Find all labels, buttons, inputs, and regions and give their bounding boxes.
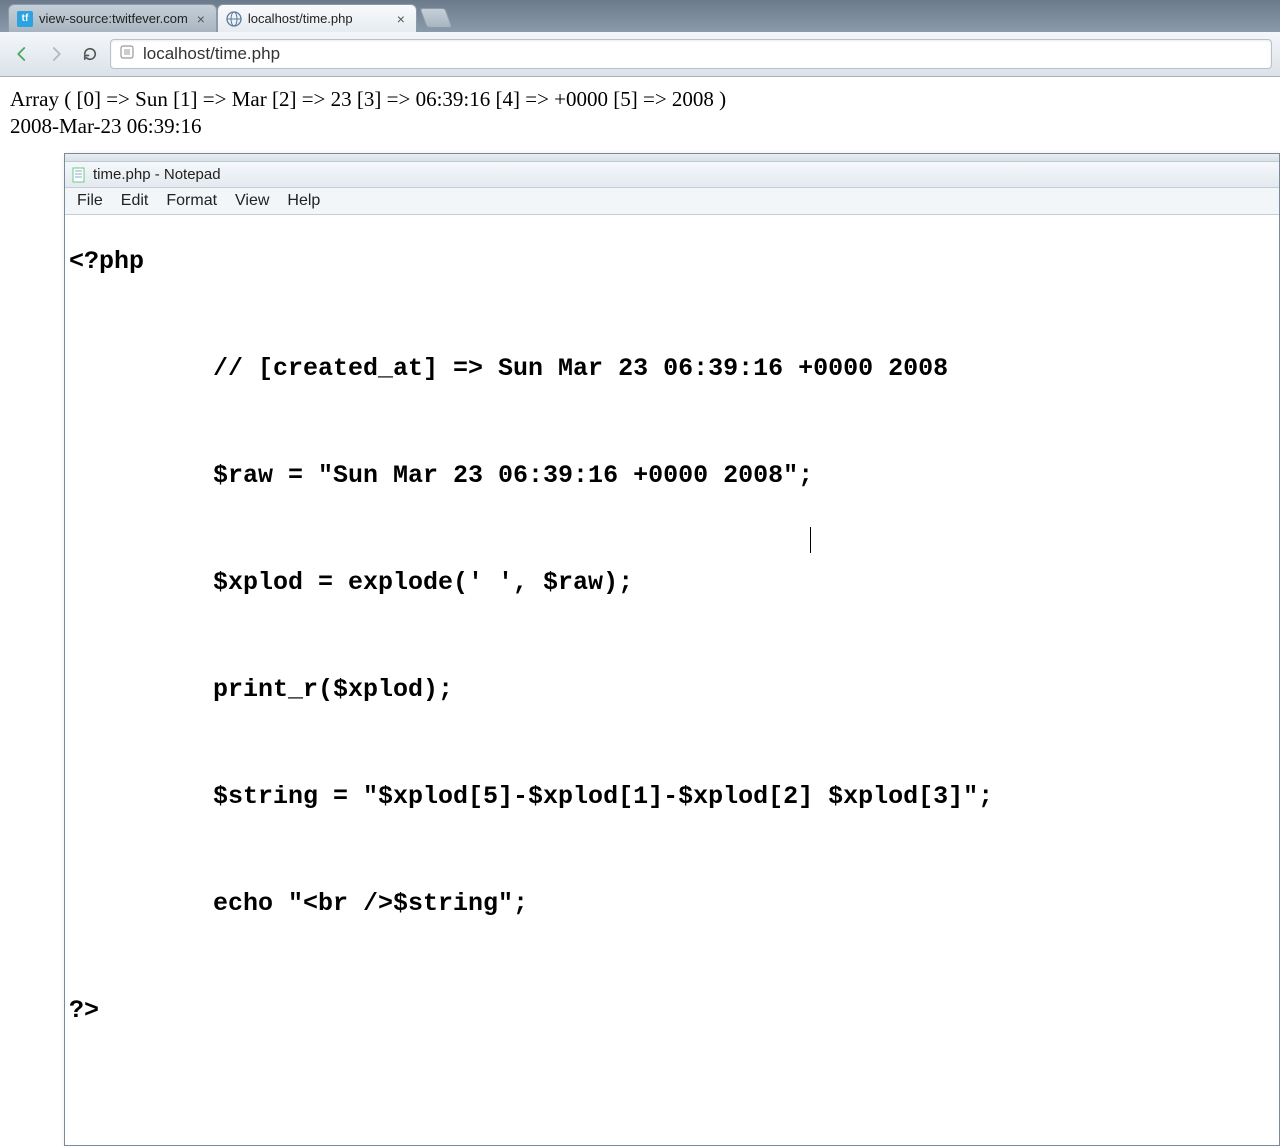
code-line: <?php [69, 248, 1275, 275]
window-resize-handle[interactable] [65, 154, 1279, 162]
tab-inactive[interactable]: tf view-source:twitfever.com × [8, 4, 217, 32]
close-icon[interactable]: × [394, 12, 408, 26]
menu-edit[interactable]: Edit [119, 190, 151, 212]
menu-format[interactable]: Format [164, 190, 219, 212]
reload-button[interactable] [76, 40, 104, 68]
output-line-1: Array ( [0] => Sun [1] => Mar [2] => 23 … [10, 87, 1270, 112]
address-bar[interactable]: localhost/time.php [110, 39, 1272, 69]
menu-file[interactable]: File [75, 190, 105, 212]
code-line: echo "<br />$string"; [69, 890, 1275, 917]
tab-title: view-source:twitfever.com [39, 11, 188, 26]
code-line: print_r($xplod); [69, 676, 1275, 703]
browser-chrome: tf view-source:twitfever.com × localhost… [0, 0, 1280, 77]
back-button[interactable] [8, 40, 36, 68]
url-text: localhost/time.php [143, 44, 280, 64]
code-line: ?> [69, 997, 1275, 1024]
tab-strip: tf view-source:twitfever.com × localhost… [0, 0, 1280, 32]
notepad-window: time.php - Notepad File Edit Format View… [64, 153, 1280, 1146]
site-info-icon[interactable] [119, 44, 135, 65]
arrow-left-icon [13, 45, 31, 63]
new-tab-button[interactable] [419, 8, 452, 28]
tab-active[interactable]: localhost/time.php × [217, 4, 417, 32]
notepad-titlebar[interactable]: time.php - Notepad [65, 162, 1279, 188]
toolbar: localhost/time.php [0, 32, 1280, 76]
favicon-globe-icon [226, 11, 242, 27]
reload-icon [81, 45, 99, 63]
forward-button[interactable] [42, 40, 70, 68]
favicon-twitfever-icon: tf [17, 11, 33, 27]
text-caret [810, 527, 811, 553]
code-line: $xplod = explode(' ', $raw); [69, 569, 1275, 596]
code-line: $string = "$xplod[5]-$xplod[1]-$xplod[2]… [69, 783, 1275, 810]
page-content: Array ( [0] => Sun [1] => Mar [2] => 23 … [0, 77, 1280, 149]
notepad-title: time.php - Notepad [93, 166, 221, 183]
notepad-menubar: File Edit Format View Help [65, 188, 1279, 215]
code-line: $raw = "Sun Mar 23 06:39:16 +0000 2008"; [69, 462, 1275, 489]
code-line: // [created_at] => Sun Mar 23 06:39:16 +… [69, 355, 1275, 382]
arrow-right-icon [47, 45, 65, 63]
menu-view[interactable]: View [233, 190, 271, 212]
notepad-app-icon [71, 167, 87, 183]
notepad-text-area[interactable]: <?php // [created_at] => Sun Mar 23 06:3… [65, 215, 1279, 1145]
close-icon[interactable]: × [194, 12, 208, 26]
menu-help[interactable]: Help [285, 190, 322, 212]
tab-title: localhost/time.php [248, 11, 388, 26]
output-line-2: 2008-Mar-23 06:39:16 [10, 114, 1270, 139]
